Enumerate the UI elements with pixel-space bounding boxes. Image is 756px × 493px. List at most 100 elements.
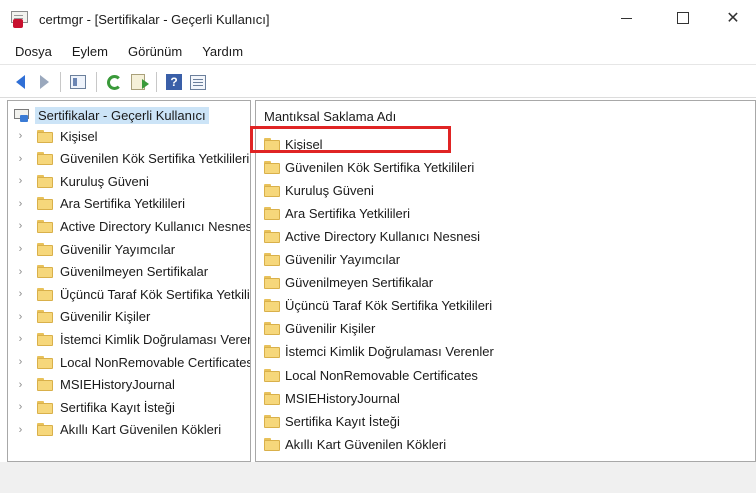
- tree-node[interactable]: › MSIEHistoryJournal: [16, 375, 175, 395]
- menu-dosya[interactable]: Dosya: [12, 42, 55, 61]
- list-item[interactable]: Üçüncü Taraf Kök Sertifika Yetkilileri: [264, 296, 492, 316]
- toolbar-separator: [156, 72, 157, 92]
- chevron-right-icon[interactable]: ›: [16, 424, 25, 436]
- store-list-pane[interactable]: Mantıksal Saklama Adı Kişisel Güvenilen K…: [255, 100, 756, 462]
- folder-icon: [37, 287, 53, 301]
- tree-node[interactable]: › Local NonRemovable Certificates: [16, 352, 250, 372]
- list-item-label: Active Directory Kullanıcı Nesnesi: [285, 228, 481, 244]
- tree-node-label: Güvenilir Yayımcılar: [60, 241, 176, 257]
- folder-icon: [37, 242, 53, 256]
- tree-node[interactable]: › Üçüncü Taraf Kök Sertifika Yetkilileri: [16, 284, 250, 304]
- list-item[interactable]: Güvenilen Kök Sertifika Yetkilileri: [264, 157, 474, 177]
- show-hide-tree-button[interactable]: [68, 72, 88, 92]
- tree-node[interactable]: › Güvenilir Yayımcılar: [16, 239, 175, 259]
- chevron-right-icon[interactable]: ›: [16, 198, 25, 210]
- chevron-right-icon[interactable]: ›: [16, 311, 25, 323]
- folder-icon: [37, 400, 53, 414]
- list-item-label: Ara Sertifika Yetkilileri: [285, 205, 410, 221]
- tree-node[interactable]: › Ara Sertifika Yetkilileri: [16, 194, 185, 214]
- list-item[interactable]: Güvenilmeyen Sertifikalar: [264, 273, 433, 293]
- tree-node[interactable]: › Güvenilmeyen Sertifikalar: [16, 262, 208, 282]
- folder-icon: [37, 265, 53, 279]
- folder-icon: [264, 183, 280, 197]
- console-tree-pane[interactable]: Sertifikalar - Geçerli Kullanıcı › Kişise…: [7, 100, 251, 462]
- folder-icon: [37, 197, 53, 211]
- export-list-icon: [131, 74, 149, 90]
- chevron-right-icon[interactable]: ›: [16, 153, 25, 165]
- menu-yardim[interactable]: Yardım: [199, 42, 246, 61]
- maximize-button[interactable]: [660, 0, 706, 36]
- refresh-button[interactable]: [104, 72, 124, 92]
- folder-icon: [37, 219, 53, 233]
- window-title: certmgr - [Sertifikalar - Geçerli Kullan…: [39, 11, 270, 27]
- properties-icon: [190, 74, 206, 90]
- tree-node-label: Ara Sertifika Yetkilileri: [60, 196, 185, 212]
- list-item[interactable]: Local NonRemovable Certificates: [264, 365, 478, 385]
- list-item-label: MSIEHistoryJournal: [285, 390, 400, 406]
- help-icon: ?: [166, 74, 182, 90]
- folder-icon: [37, 174, 53, 188]
- export-list-button[interactable]: [128, 72, 149, 92]
- forward-button[interactable]: [34, 72, 54, 92]
- toolbar-separator: [96, 72, 97, 92]
- folder-icon: [264, 345, 280, 359]
- chevron-right-icon[interactable]: ›: [16, 243, 25, 255]
- folder-icon: [37, 152, 53, 166]
- list-item[interactable]: Ara Sertifika Yetkilileri: [264, 203, 410, 223]
- tree-node[interactable]: › Akıllı Kart Güvenilen Kökleri: [16, 420, 221, 440]
- list-item[interactable]: Sertifika Kayıt İsteği: [264, 411, 400, 431]
- menu-eylem[interactable]: Eylem: [69, 42, 111, 61]
- chevron-right-icon[interactable]: ›: [16, 333, 25, 345]
- list-item[interactable]: MSIEHistoryJournal: [264, 388, 400, 408]
- tree-node[interactable]: › Kuruluş Güveni: [16, 171, 149, 191]
- chevron-right-icon[interactable]: ›: [16, 220, 25, 232]
- chevron-right-icon[interactable]: ›: [16, 175, 25, 187]
- list-item[interactable]: İstemci Kimlik Doğrulaması Verenler: [264, 342, 494, 362]
- list-item[interactable]: Güvenilir Kişiler: [264, 319, 375, 339]
- folder-icon: [264, 206, 280, 220]
- show-hide-tree-icon: [70, 75, 86, 89]
- tree-node[interactable]: › Sertifika Kayıt İsteği: [16, 397, 175, 417]
- toolbar: ?: [0, 64, 756, 98]
- list-item[interactable]: Akıllı Kart Güvenilen Kökleri: [264, 434, 446, 454]
- tree-node-label: Güvenilen Kök Sertifika Yetkilileri: [60, 151, 250, 167]
- tree-node-label: Kişisel: [60, 128, 98, 144]
- list-item-label: Güvenilir Yayımcılar: [285, 252, 401, 267]
- chevron-right-icon[interactable]: ›: [16, 288, 25, 300]
- column-header-store-name[interactable]: Mantıksal Saklama Adı: [264, 109, 396, 124]
- folder-icon: [37, 332, 53, 346]
- chevron-right-icon[interactable]: ›: [16, 356, 25, 368]
- chevron-right-icon[interactable]: ›: [16, 266, 25, 278]
- folder-icon: [37, 310, 53, 324]
- refresh-icon: [106, 74, 122, 90]
- list-item[interactable]: Kuruluş Güveni: [264, 180, 374, 200]
- list-item[interactable]: Active Directory Kullanıcı Nesnesi: [264, 226, 480, 246]
- tree-node[interactable]: › Güvenilir Kişiler: [16, 307, 151, 327]
- chevron-right-icon[interactable]: ›: [16, 379, 25, 391]
- folder-icon: [264, 414, 280, 428]
- list-item-label: Kuruluş Güveni: [285, 182, 374, 198]
- tree-node[interactable]: › Kişisel: [16, 126, 98, 146]
- list-item-label: Güvenilir Kişiler: [285, 321, 376, 337]
- folder-icon: [37, 355, 53, 369]
- list-item-label: Local NonRemovable Certificates: [285, 367, 478, 383]
- folder-icon: [264, 229, 280, 243]
- close-button[interactable]: ✕: [710, 0, 756, 36]
- tree-node[interactable]: › Güvenilen Kök Sertifika Yetkilileri: [16, 149, 250, 169]
- properties-button[interactable]: [188, 72, 208, 92]
- list-item-label: Güvenilmeyen Sertifikalar: [285, 275, 434, 291]
- minimize-button[interactable]: [603, 0, 649, 36]
- tree-node[interactable]: › Active Directory Kullanıcı Nesnesi: [16, 216, 250, 236]
- menu-gorunum[interactable]: Görünüm: [125, 42, 185, 61]
- list-item[interactable]: Güvenilir Yayımcılar: [264, 250, 400, 270]
- tree-root-node[interactable]: Sertifikalar - Geçerli Kullanıcı: [14, 105, 209, 125]
- chevron-right-icon[interactable]: ›: [16, 130, 25, 142]
- help-button[interactable]: ?: [164, 72, 184, 92]
- forward-arrow-icon: [39, 75, 49, 89]
- folder-icon: [264, 368, 280, 382]
- chevron-right-icon[interactable]: ›: [16, 401, 25, 413]
- list-item-label: Üçüncü Taraf Kök Sertifika Yetkilileri: [285, 298, 493, 314]
- tree-node[interactable]: › İstemci Kimlik Doğrulaması Verenler: [16, 329, 250, 349]
- back-button[interactable]: [10, 72, 30, 92]
- certmgr-app-icon[interactable]: [9, 10, 31, 28]
